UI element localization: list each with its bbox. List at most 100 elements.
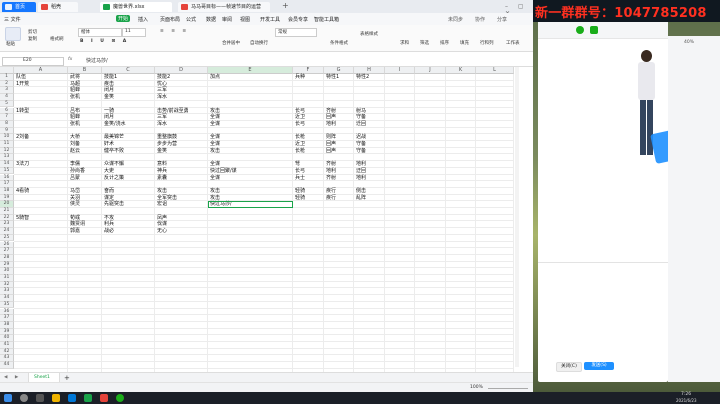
browser-icon[interactable] bbox=[68, 394, 76, 402]
column-header-k[interactable]: K bbox=[446, 67, 476, 74]
row-header[interactable]: 17 bbox=[0, 181, 14, 188]
font-name-select[interactable]: 楷体 bbox=[78, 28, 122, 37]
cell-b15[interactable]: 孙尚香 bbox=[70, 168, 85, 175]
cell-f15[interactable]: 长弓 bbox=[295, 168, 305, 175]
cell-d11[interactable]: 步步为营 bbox=[157, 141, 177, 148]
cell-c20[interactable]: 先驱突击 bbox=[104, 201, 124, 208]
cell-g8[interactable]: 地利 bbox=[326, 121, 336, 128]
search-icon[interactable] bbox=[20, 394, 28, 402]
formula-input[interactable]: 快过马莎/ bbox=[84, 56, 524, 65]
vertical-scrollbar[interactable] bbox=[515, 67, 519, 367]
cell-d18[interactable]: 攻击 bbox=[157, 188, 167, 195]
row-header[interactable]: 8 bbox=[0, 120, 14, 128]
active-cell-selection[interactable] bbox=[208, 201, 293, 208]
format-painter-button[interactable]: 格式刷 bbox=[50, 36, 64, 42]
row-header[interactable]: 10 bbox=[0, 134, 14, 141]
row-header[interactable]: 25 bbox=[0, 234, 14, 242]
menu-item[interactable]: 开发工具 bbox=[260, 16, 280, 23]
cell-f12[interactable]: 长枪 bbox=[295, 148, 305, 155]
cell-g15[interactable]: 地利 bbox=[326, 168, 336, 175]
close-chat-button[interactable]: 关闭(C) bbox=[556, 362, 582, 372]
cell-f14[interactable]: 弩 bbox=[295, 161, 300, 168]
cell-d10[interactable]: 重整旗鼓 bbox=[157, 134, 177, 141]
cond-format-button[interactable]: 条件格式 bbox=[330, 40, 348, 46]
cell-g12[interactable]: 回声 bbox=[326, 148, 336, 155]
cell-a1[interactable]: 队伍 bbox=[16, 74, 26, 81]
row-header[interactable]: 27 bbox=[0, 248, 14, 255]
app-icon[interactable] bbox=[100, 394, 108, 402]
cell-e18[interactable]: 攻击 bbox=[210, 188, 220, 195]
row-header[interactable]: 18 bbox=[0, 187, 14, 195]
row-header[interactable]: 1 bbox=[0, 74, 14, 81]
column-header-a[interactable]: A bbox=[14, 67, 68, 74]
cell-b12[interactable]: 赵云 bbox=[70, 148, 80, 155]
cell-e7[interactable]: 全谋 bbox=[210, 114, 220, 121]
worksheet-button[interactable]: 工作表 bbox=[506, 40, 520, 46]
cell-b8[interactable]: 张机 bbox=[70, 121, 80, 128]
column-header-b[interactable]: B bbox=[68, 67, 102, 74]
zoom-slider[interactable] bbox=[488, 388, 528, 389]
send-button[interactable]: 发送(S) bbox=[584, 362, 614, 370]
cell-d14[interactable]: 意料 bbox=[157, 161, 167, 168]
menu-item[interactable]: 数据 bbox=[206, 16, 216, 23]
task-view-icon[interactable] bbox=[36, 394, 44, 402]
row-header[interactable]: 31 bbox=[0, 275, 14, 282]
cell-d8[interactable]: 浑水 bbox=[157, 121, 167, 128]
tab-docer[interactable]: 稻壳 bbox=[38, 2, 78, 12]
message-input[interactable] bbox=[538, 264, 668, 359]
rowcol-button[interactable]: 行和列 bbox=[480, 40, 494, 46]
cell-c11[interactable]: 奸术 bbox=[104, 141, 114, 148]
paste-icon[interactable] bbox=[5, 27, 21, 41]
cell-b18[interactable]: 马岱 bbox=[70, 188, 80, 195]
cell-d16[interactable]: 素囊 bbox=[157, 175, 167, 182]
cell-b4[interactable]: 张机 bbox=[70, 94, 80, 101]
cell-g7[interactable]: 回声 bbox=[326, 114, 336, 121]
cell-a18[interactable]: 4看骑 bbox=[16, 188, 29, 195]
cell-e12[interactable]: 攻击 bbox=[210, 148, 220, 155]
table-style-button[interactable]: 表格样式 bbox=[360, 31, 378, 37]
tab-document[interactable]: 马马哥目标——帧速节目的运营 bbox=[178, 2, 270, 12]
font-size-select[interactable]: 11 bbox=[122, 28, 146, 37]
column-header-g[interactable]: G bbox=[324, 67, 354, 74]
align-buttons[interactable]: ≡ ≡ ≡ bbox=[160, 29, 189, 34]
add-sheet-button[interactable]: + bbox=[64, 374, 70, 382]
start-icon[interactable] bbox=[4, 394, 12, 402]
cell-c4[interactable]: 金笑 bbox=[104, 94, 114, 101]
cell-e1[interactable]: 加点 bbox=[210, 74, 220, 81]
cell-g18[interactable]: 疾行 bbox=[326, 188, 336, 195]
sheet-nav-arrows[interactable]: ◀ ▶ bbox=[4, 375, 21, 380]
cell-c16[interactable]: 反计之策 bbox=[104, 175, 124, 182]
filter-button[interactable]: 筛选 bbox=[420, 40, 429, 46]
cell-g1[interactable]: 特性1 bbox=[326, 74, 339, 81]
cell-d24[interactable]: 无心 bbox=[157, 228, 167, 235]
cell-c14[interactable]: 众谋不懈 bbox=[104, 161, 124, 168]
cell-c10[interactable]: 最美锦芒 bbox=[104, 134, 124, 141]
spreadsheet-grid[interactable]: ABCDEFGHIJKL 1 队伍 武将 技能1 技能2 加点 兵种 特性1 特性2 2 1开荒 马超… bbox=[0, 67, 519, 372]
clock-date[interactable]: 2021/6/23 bbox=[676, 398, 697, 403]
cut-button[interactable]: 剪切 bbox=[28, 29, 37, 35]
row-header[interactable]: 20 bbox=[0, 201, 14, 208]
column-header-e[interactable]: E bbox=[208, 67, 293, 74]
cell-h14[interactable]: 地利 bbox=[356, 161, 366, 168]
cell-e15[interactable]: 快过回聚/谋 bbox=[210, 168, 237, 175]
menu-item[interactable]: 页面布局 bbox=[160, 16, 180, 23]
cell-b11[interactable]: 刘备 bbox=[70, 141, 80, 148]
row-header[interactable]: 30 bbox=[0, 268, 14, 275]
video-icon[interactable] bbox=[590, 26, 598, 34]
cell-h18[interactable]: 侧击 bbox=[356, 188, 366, 195]
menu-item[interactable]: 智能工具箱 bbox=[314, 16, 339, 23]
clock-time[interactable]: 7:26 bbox=[681, 392, 691, 397]
cell-e14[interactable]: 全谋 bbox=[210, 161, 220, 168]
row-header[interactable]: 37 bbox=[0, 315, 14, 322]
column-header-d[interactable]: D bbox=[155, 67, 208, 74]
cell-d15[interactable]: 神兵 bbox=[157, 168, 167, 175]
column-header-c[interactable]: C bbox=[102, 67, 155, 74]
sync-status[interactable]: 未同步 bbox=[448, 16, 463, 23]
wps-icon[interactable] bbox=[84, 394, 92, 402]
cell-f8[interactable]: 长弓 bbox=[295, 121, 305, 128]
tab-home[interactable]: 首页 bbox=[2, 2, 36, 12]
cell-g11[interactable]: 回声 bbox=[326, 141, 336, 148]
number-format-select[interactable]: 常规 bbox=[275, 28, 317, 37]
cell-g10[interactable]: 则阵 bbox=[326, 134, 336, 141]
cell-b20[interactable]: 侠灵 bbox=[70, 201, 80, 208]
